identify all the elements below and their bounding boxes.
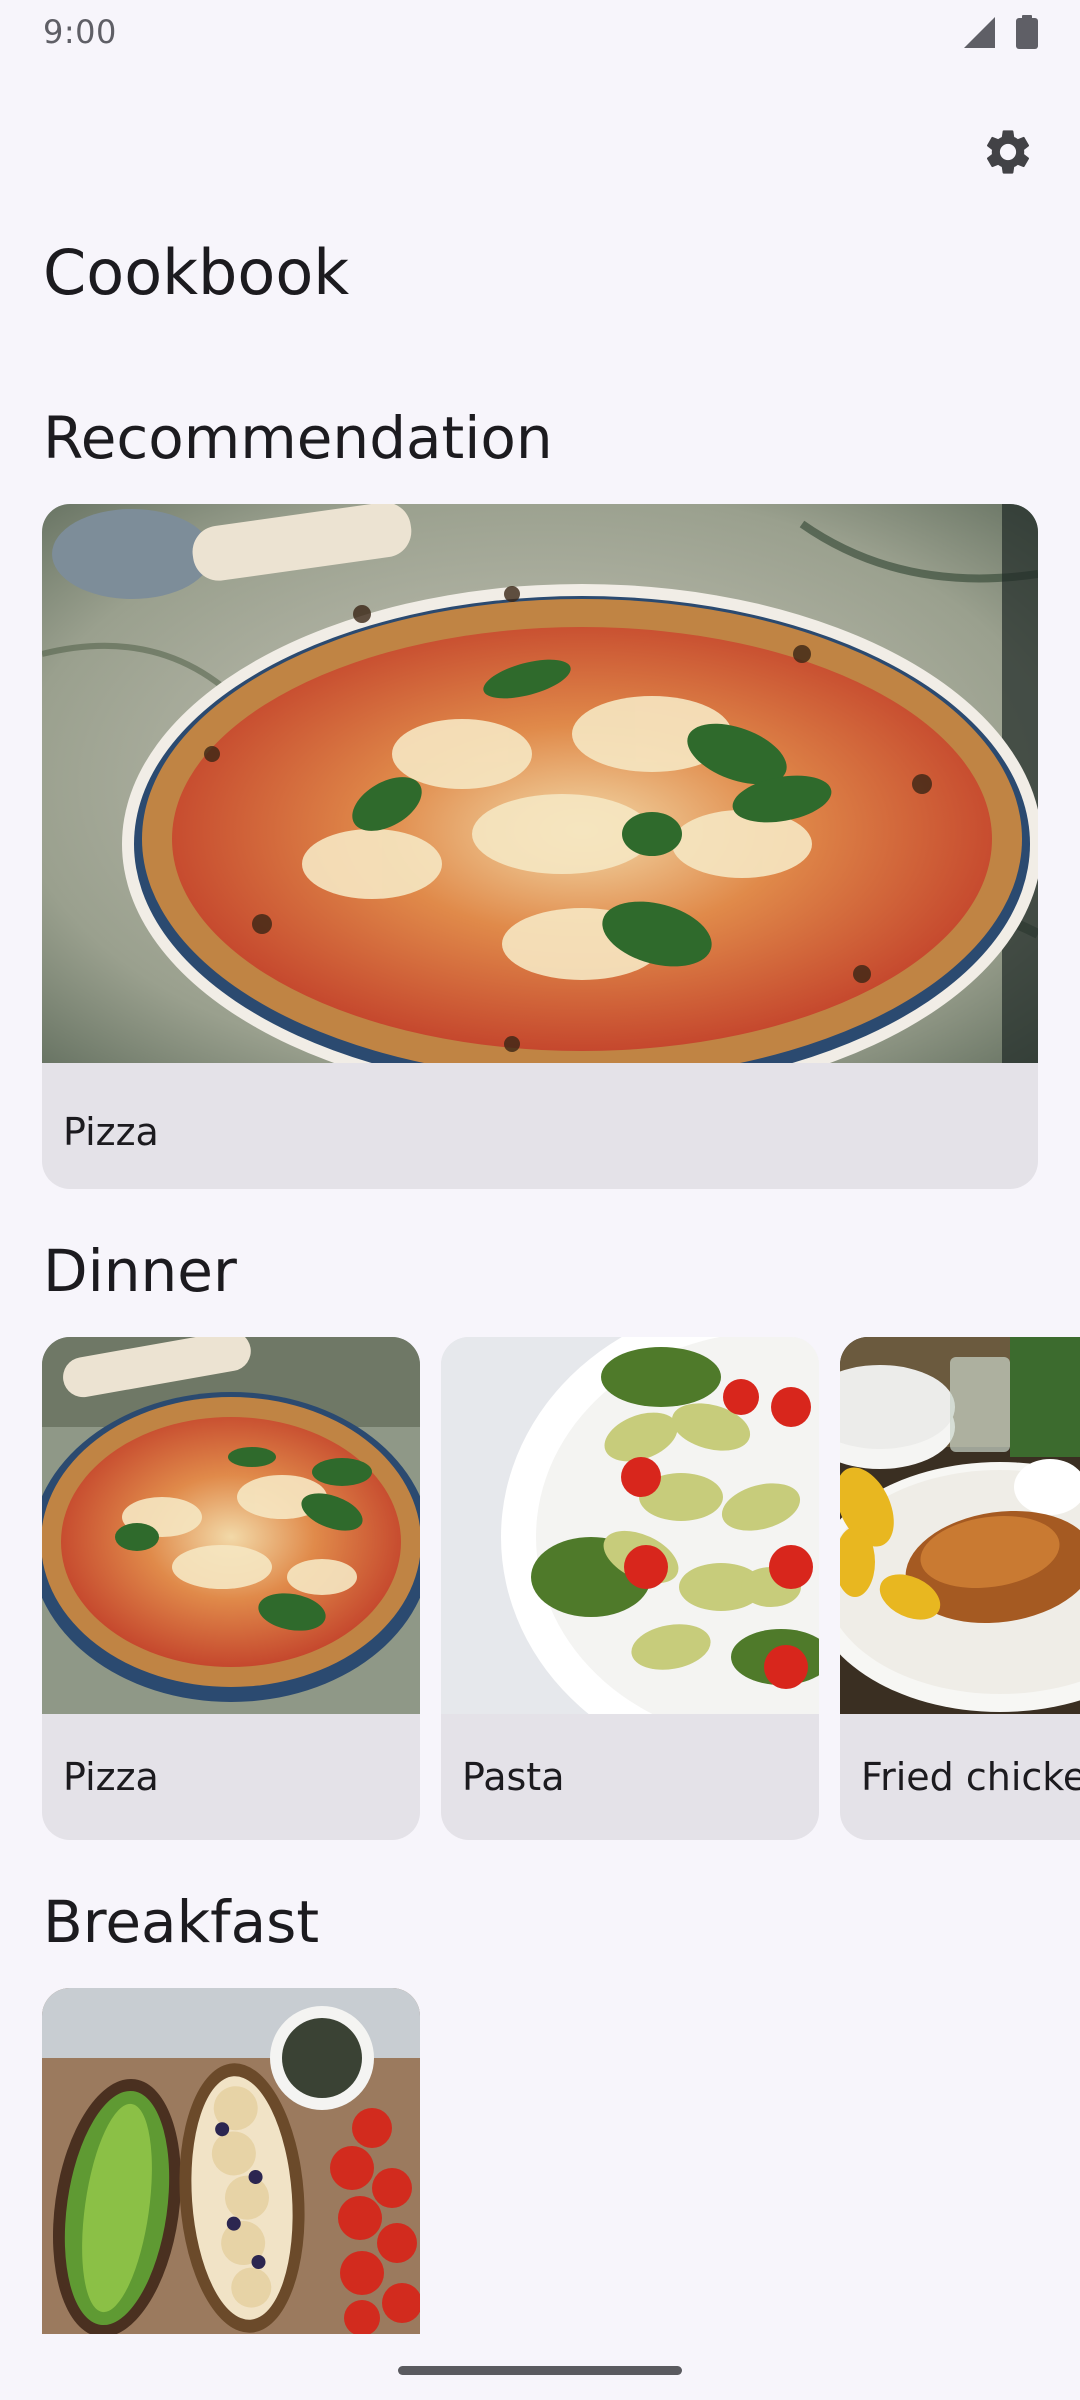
pasta-salad-image xyxy=(441,1337,819,1714)
battery-icon xyxy=(1016,15,1038,49)
recipe-card-pizza[interactable]: Pizza xyxy=(42,1337,420,1840)
section-title-recommendation: Recommendation xyxy=(43,404,553,472)
gear-icon xyxy=(986,130,1030,174)
pizza-image xyxy=(42,1337,420,1714)
recipe-label: Pizza xyxy=(63,1755,159,1799)
status-bar: 9:00 xyxy=(0,0,1080,64)
recipe-card-fried-chicken[interactable]: Fried chicken xyxy=(840,1337,1080,1840)
pizza-image xyxy=(42,504,1038,1063)
recipe-label: Pizza xyxy=(63,1110,159,1154)
settings-button[interactable] xyxy=(972,116,1044,188)
screen: 9:00 Cookbook Recommendation Pizza Dinne… xyxy=(0,0,1080,2400)
status-time: 9:00 xyxy=(43,13,117,51)
recipe-label: Pasta xyxy=(462,1755,565,1799)
recipe-card-pizza-recommendation[interactable]: Pizza xyxy=(42,504,1038,1189)
fried-chicken-image xyxy=(840,1337,1080,1714)
signal-icon xyxy=(964,17,995,48)
section-title-breakfast: Breakfast xyxy=(43,1888,320,1956)
section-title-dinner: Dinner xyxy=(43,1237,237,1305)
recipe-card-pasta[interactable]: Pasta xyxy=(441,1337,819,1840)
recipe-card-breakfast[interactable] xyxy=(42,1988,420,2334)
gesture-nav-handle[interactable] xyxy=(398,2366,682,2375)
page-title: Cookbook xyxy=(43,236,350,309)
breakfast-toasts-image xyxy=(42,1988,420,2334)
recipe-label: Fried chicken xyxy=(861,1755,1080,1799)
status-icons xyxy=(962,15,1038,49)
